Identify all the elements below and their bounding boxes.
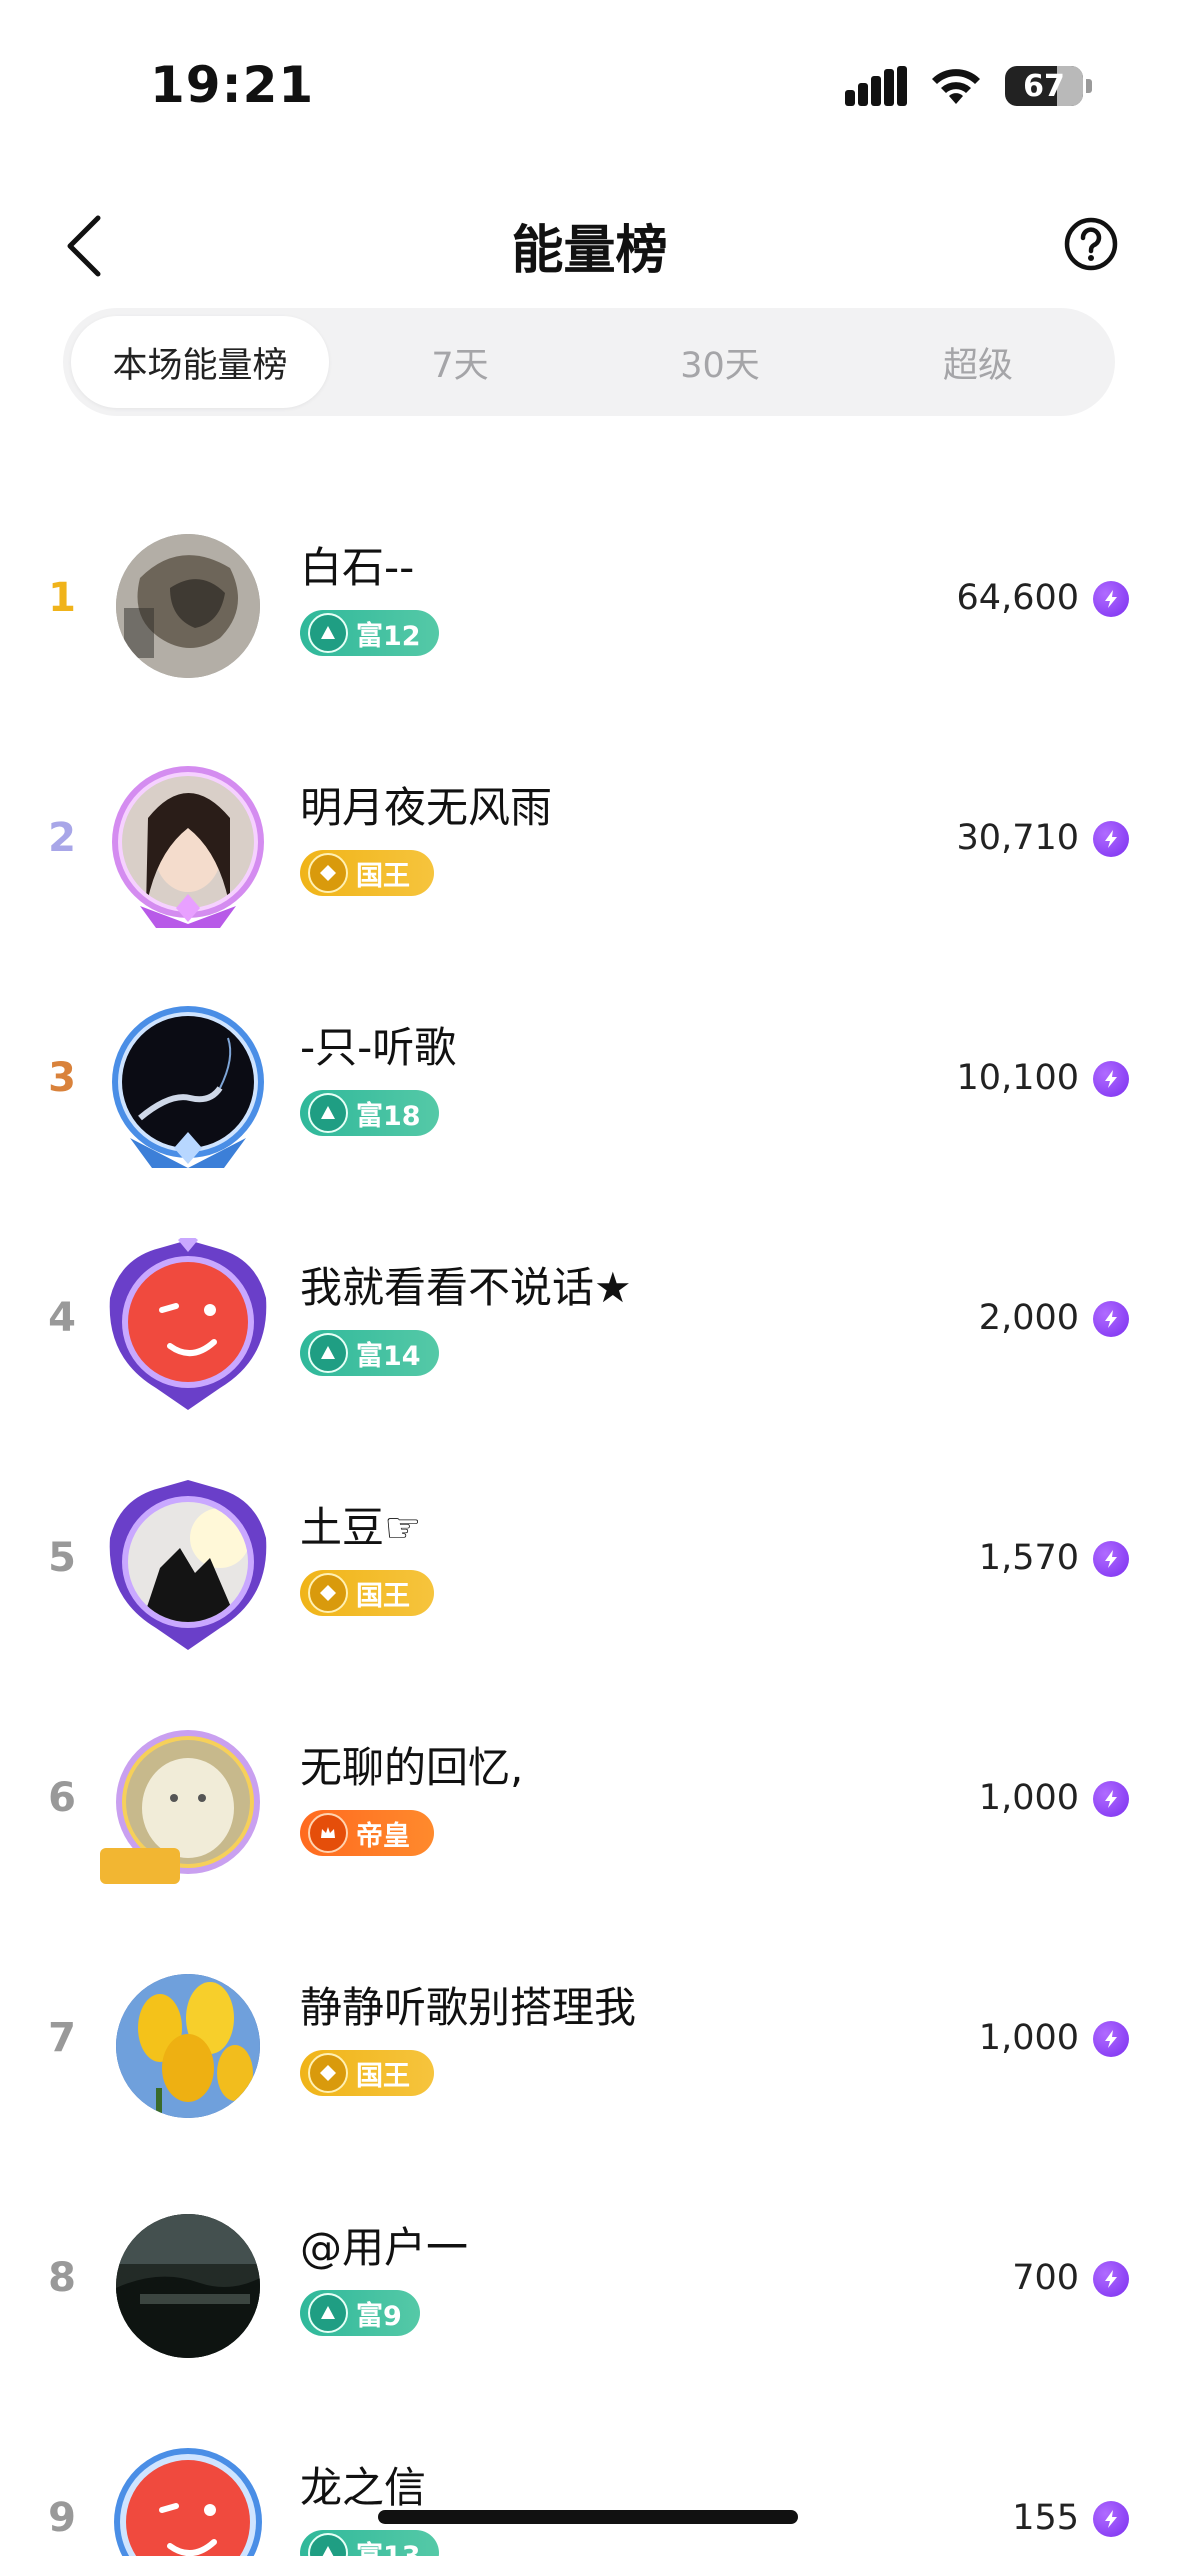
avatar[interactable] [100, 518, 276, 694]
username: 我就看看不说话★ [300, 1263, 632, 1312]
leaderboard-row[interactable]: 5 土豆☞ 国王 1,570 [0, 1438, 1179, 1678]
tab-super[interactable]: 超级 [849, 316, 1107, 408]
diamond-icon [308, 853, 348, 893]
energy-score: 1,000 [978, 1778, 1079, 1818]
tab-current-session[interactable]: 本场能量榜 [71, 316, 329, 408]
noble-rank-badge: 国王 [300, 1570, 434, 1616]
avatar[interactable] [100, 2438, 276, 2556]
avatar[interactable] [100, 2198, 276, 2374]
wealth-level-badge: 富13 [300, 2530, 439, 2556]
badge-label: 富14 [356, 1340, 421, 1372]
energy-score: 2,000 [978, 1298, 1079, 1338]
username: 无聊的回忆, [300, 1743, 524, 1792]
badge-label: 国王 [356, 860, 410, 892]
energy-score: 1,570 [978, 1538, 1079, 1578]
leaderboard-row[interactable]: 7 静静听歌别搭理我 国王 1,000 [0, 1918, 1179, 2158]
triangle-icon [308, 2293, 348, 2333]
lightning-icon [1093, 2261, 1129, 2297]
leaderboard-row[interactable]: 4 我就看看不说话★ 富14 2,000 [0, 1198, 1179, 1438]
wealth-level-badge: 富14 [300, 1330, 439, 1376]
wealth-level-badge: 富12 [300, 610, 439, 656]
rank-number: 1 [48, 575, 76, 621]
avatar[interactable] [100, 1718, 276, 1894]
avatar[interactable] [100, 998, 276, 1174]
username: 白石-- [300, 543, 415, 592]
leaderboard-row[interactable]: 6 无聊的回忆, 帝皇 1,000 [0, 1678, 1179, 1918]
energy-leaderboard-page: 19:21 67 能量榜 本场能量榜 7天 30天 超级 1 白石-- 富12 … [0, 0, 1179, 2556]
badge-label: 富18 [356, 1100, 421, 1132]
leaderboard-row[interactable]: 1 白石-- 富12 64,600 [0, 478, 1179, 718]
period-tabs: 本场能量榜 7天 30天 超级 [63, 308, 1115, 416]
triangle-icon [308, 1333, 348, 1373]
avatar[interactable] [100, 758, 276, 934]
rank-number: 3 [48, 1055, 76, 1101]
rank-number: 9 [48, 2495, 76, 2541]
wifi-icon [932, 69, 980, 104]
noble-rank-badge: 国王 [300, 850, 434, 896]
username: @用户一 [300, 2223, 469, 2272]
crown-icon [308, 1813, 348, 1853]
status-icons: 67 [845, 62, 1092, 110]
lightning-icon [1093, 1301, 1129, 1337]
energy-score: 10,100 [956, 1058, 1079, 1098]
badge-label: 帝皇 [356, 1820, 410, 1852]
badge-label: 国王 [356, 2060, 410, 2092]
lightning-icon [1093, 2501, 1129, 2537]
rank-number: 4 [48, 1295, 76, 1341]
lightning-icon [1093, 1781, 1129, 1817]
avatar[interactable] [100, 1478, 276, 1654]
badge-label: 富13 [356, 2540, 421, 2556]
page-title: 能量榜 [511, 221, 668, 281]
energy-score: 155 [1012, 2498, 1079, 2538]
leaderboard-row[interactable]: 3 -只-听歌 富18 10,100 [0, 958, 1179, 1198]
status-bar: 19:21 67 [0, 0, 1179, 150]
rank-number: 7 [48, 2015, 76, 2061]
username: 龙之信 [300, 2463, 427, 2512]
energy-score: 700 [1012, 2258, 1079, 2298]
badge-label: 富9 [356, 2300, 402, 2332]
wealth-level-badge: 富9 [300, 2290, 420, 2336]
noble-rank-badge: 国王 [300, 2050, 434, 2096]
lightning-icon [1093, 1541, 1129, 1577]
energy-score: 64,600 [956, 578, 1079, 618]
header: 能量榜 [0, 190, 1179, 300]
rank-number: 8 [48, 2255, 76, 2301]
username: 土豆☞ [300, 1503, 422, 1552]
battery-level: 67 [1023, 68, 1065, 104]
leaderboard-row[interactable]: 8 @用户一 富9 700 [0, 2158, 1179, 2398]
noble-rank-badge: 帝皇 [300, 1810, 434, 1856]
status-time: 19:21 [150, 56, 315, 114]
leaderboard-row[interactable]: 2 明月夜无风雨 国王 30,710 [0, 718, 1179, 958]
leaderboard-row[interactable]: 9 龙之信 富13 155 [0, 2398, 1179, 2556]
lightning-icon [1093, 2021, 1129, 2057]
lightning-icon [1093, 821, 1129, 857]
battery-icon: 67 [1005, 66, 1092, 106]
rank-number: 5 [48, 1535, 76, 1581]
username: 明月夜无风雨 [300, 783, 553, 832]
lightning-icon [1093, 1061, 1129, 1097]
rank-number: 6 [48, 1775, 76, 1821]
tab-7-days[interactable]: 7天 [331, 316, 589, 408]
badge-label: 国王 [356, 1580, 410, 1612]
username: 静静听歌别搭理我 [300, 1983, 637, 2032]
triangle-icon [308, 613, 348, 653]
energy-score: 1,000 [978, 2018, 1079, 2058]
username: -只-听歌 [300, 1023, 457, 1072]
lightning-icon [1093, 581, 1129, 617]
wealth-level-badge: 富18 [300, 1090, 439, 1136]
diamond-icon [308, 2053, 348, 2093]
question-circle-icon [1064, 217, 1118, 271]
avatar[interactable] [100, 1232, 276, 1414]
tab-30-days[interactable]: 30天 [591, 316, 849, 408]
help-button[interactable] [1063, 216, 1119, 272]
avatar[interactable] [100, 1958, 276, 2134]
triangle-icon [308, 2533, 348, 2556]
diamond-icon [308, 1573, 348, 1613]
signal-icon [845, 66, 907, 106]
triangle-icon [308, 1093, 348, 1133]
energy-score: 30,710 [956, 818, 1079, 858]
badge-label: 富12 [356, 620, 421, 652]
rank-number: 2 [48, 815, 76, 861]
home-indicator[interactable] [378, 2510, 798, 2524]
